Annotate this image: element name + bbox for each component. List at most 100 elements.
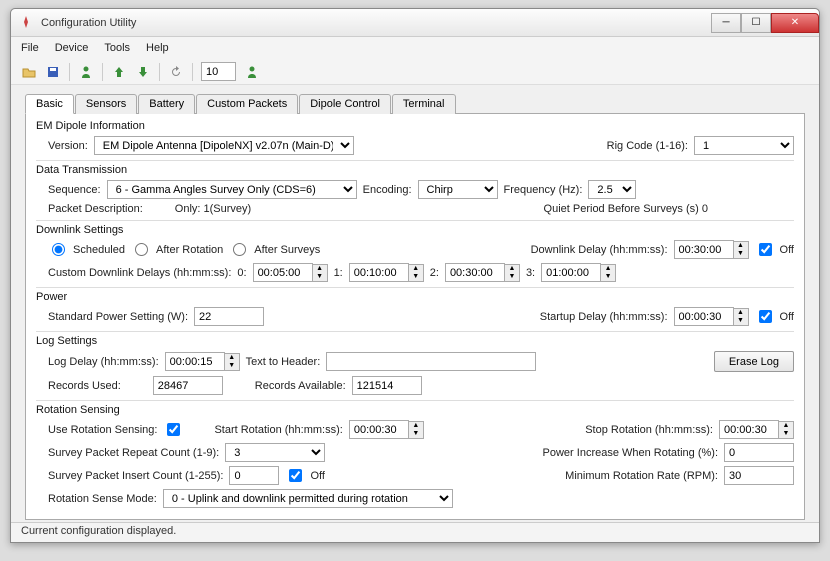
std-power-label: Standard Power Setting (W): xyxy=(48,311,188,323)
packet-desc-value: Only: 1(Survey) xyxy=(175,203,251,215)
rig-code-select[interactable]: 1 xyxy=(694,136,794,155)
text-header-label: Text to Header: xyxy=(246,356,321,368)
radio-scheduled[interactable] xyxy=(52,243,65,256)
records-used-input[interactable] xyxy=(153,376,223,395)
records-avail-input[interactable] xyxy=(352,376,422,395)
group-title-dipole: EM Dipole Information xyxy=(36,120,794,132)
version-select[interactable]: EM Dipole Antenna [DipoleNX] v2.07n (Mai… xyxy=(94,136,354,155)
group-power: Power Standard Power Setting (W): Startu… xyxy=(36,291,794,328)
spin-down-icon[interactable]: ▼ xyxy=(505,273,519,281)
rotation-mode-select[interactable]: 0 - Uplink and downlink permitted during… xyxy=(163,489,453,508)
spin-down-icon[interactable]: ▼ xyxy=(409,273,423,281)
menu-tools[interactable]: Tools xyxy=(104,42,130,54)
divider xyxy=(36,220,794,221)
spin-up-icon[interactable]: ▲ xyxy=(779,422,793,430)
spin-up-icon[interactable]: ▲ xyxy=(225,354,239,362)
save-icon[interactable] xyxy=(45,64,61,80)
maximize-button[interactable]: ☐ xyxy=(741,13,771,33)
encoding-select[interactable]: Chirp xyxy=(418,180,498,199)
rotation-mode-label: Rotation Sense Mode: xyxy=(48,493,157,505)
custom-delay-2-input[interactable] xyxy=(445,263,505,282)
spin-down-icon[interactable]: ▼ xyxy=(601,273,615,281)
log-delay-input[interactable] xyxy=(165,352,225,371)
label-after-surveys: After Surveys xyxy=(254,244,320,256)
group-downlink: Downlink Settings Scheduled After Rotati… xyxy=(36,224,794,284)
group-title-downlink: Downlink Settings xyxy=(36,224,794,236)
downlink-delay-input[interactable] xyxy=(674,240,734,259)
app-window: Configuration Utility ─ ☐ ✕ File Device … xyxy=(10,8,820,543)
toolbar-separator xyxy=(192,63,193,81)
label-scheduled: Scheduled xyxy=(73,244,125,256)
titlebar: Configuration Utility ─ ☐ ✕ xyxy=(11,9,819,37)
spin-down-icon[interactable]: ▼ xyxy=(779,430,793,438)
tab-basic[interactable]: Basic xyxy=(25,94,74,114)
d3-label: 3: xyxy=(526,267,535,279)
spin-down-icon[interactable]: ▼ xyxy=(225,362,239,370)
startup-delay-input[interactable] xyxy=(674,307,734,326)
menu-file[interactable]: File xyxy=(21,42,39,54)
tab-sensors[interactable]: Sensors xyxy=(75,94,137,114)
spin-up-icon[interactable]: ▲ xyxy=(409,422,423,430)
divider xyxy=(36,160,794,161)
insert-count-input[interactable] xyxy=(229,466,279,485)
up-green-icon[interactable] xyxy=(111,64,127,80)
d0-label: 0: xyxy=(237,267,246,279)
erase-log-button[interactable]: Erase Log xyxy=(714,351,794,372)
insert-count-label: Survey Packet Insert Count (1-255): xyxy=(48,470,223,482)
close-button[interactable]: ✕ xyxy=(771,13,819,33)
spin-up-icon[interactable]: ▲ xyxy=(313,265,327,273)
stop-rotation-input[interactable] xyxy=(719,420,779,439)
tab-dipole-control[interactable]: Dipole Control xyxy=(299,94,391,114)
power-off-check[interactable] xyxy=(759,310,772,323)
spin-up-icon[interactable]: ▲ xyxy=(601,265,615,273)
startup-delay-label: Startup Delay (hh:mm:ss): xyxy=(540,311,668,323)
window-title: Configuration Utility xyxy=(41,17,711,29)
group-dipole: EM Dipole Information Version: EM Dipole… xyxy=(36,120,794,157)
use-rotation-check[interactable] xyxy=(167,423,180,436)
spin-up-icon[interactable]: ▲ xyxy=(409,265,423,273)
start-rotation-input[interactable] xyxy=(349,420,409,439)
std-power-input[interactable] xyxy=(194,307,264,326)
custom-delays-label: Custom Downlink Delays (hh:mm:ss): xyxy=(48,267,231,279)
group-data-transmission: Data Transmission Sequence: 6 - Gamma An… xyxy=(36,164,794,217)
menu-help[interactable]: Help xyxy=(146,42,169,54)
radio-after-rotation[interactable] xyxy=(135,243,148,256)
refresh-icon[interactable] xyxy=(168,64,184,80)
frequency-select[interactable]: 2.5 xyxy=(588,180,636,199)
text-header-input[interactable] xyxy=(326,352,536,371)
radio-after-surveys[interactable] xyxy=(233,243,246,256)
power-increase-input[interactable] xyxy=(724,443,794,462)
custom-delay-0-input[interactable] xyxy=(253,263,313,282)
spin-up-icon[interactable]: ▲ xyxy=(734,242,748,250)
custom-delay-1-input[interactable] xyxy=(349,263,409,282)
person-green-icon[interactable] xyxy=(78,64,94,80)
custom-delay-3-input[interactable] xyxy=(541,263,601,282)
insert-off-check[interactable] xyxy=(289,469,302,482)
toolbar-spin-input[interactable] xyxy=(201,62,236,81)
tab-battery[interactable]: Battery xyxy=(138,94,195,114)
app-icon xyxy=(19,15,35,31)
person-green2-icon[interactable] xyxy=(244,64,260,80)
spin-up-icon[interactable]: ▲ xyxy=(505,265,519,273)
sequence-select[interactable]: 6 - Gamma Angles Survey Only (CDS=6) xyxy=(107,180,357,199)
min-rpm-input[interactable] xyxy=(724,466,794,485)
spin-down-icon[interactable]: ▼ xyxy=(409,430,423,438)
spin-down-icon[interactable]: ▼ xyxy=(734,317,748,325)
downlink-delay-label: Downlink Delay (hh:mm:ss): xyxy=(531,244,668,256)
group-title-log: Log Settings xyxy=(36,335,794,347)
group-title-data: Data Transmission xyxy=(36,164,794,176)
tab-custom-packets[interactable]: Custom Packets xyxy=(196,94,298,114)
spin-up-icon[interactable]: ▲ xyxy=(734,309,748,317)
spin-down-icon[interactable]: ▼ xyxy=(734,250,748,258)
downlink-off-check[interactable] xyxy=(759,243,772,256)
spin-down-icon[interactable]: ▼ xyxy=(313,273,327,281)
min-rpm-label: Minimum Rotation Rate (RPM): xyxy=(565,470,718,482)
tab-terminal[interactable]: Terminal xyxy=(392,94,456,114)
repeat-count-select[interactable]: 3 xyxy=(225,443,325,462)
down-green-icon[interactable] xyxy=(135,64,151,80)
minimize-button[interactable]: ─ xyxy=(711,13,741,33)
menu-device[interactable]: Device xyxy=(55,42,89,54)
insert-off-label: Off xyxy=(310,470,324,482)
records-used-label: Records Used: xyxy=(48,380,121,392)
open-icon[interactable] xyxy=(21,64,37,80)
